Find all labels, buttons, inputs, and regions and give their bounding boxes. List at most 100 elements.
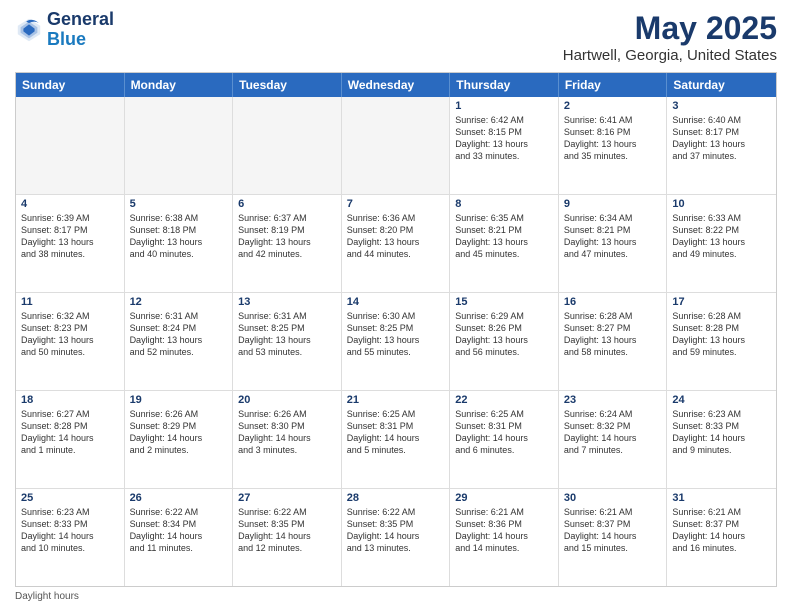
day-info: Sunrise: 6:22 AM Sunset: 8:35 PM Dayligh… — [238, 506, 336, 555]
day-cell-3: 3 Sunrise: 6:40 AM Sunset: 8:17 PM Daylig… — [667, 97, 776, 194]
week-row-2: 4 Sunrise: 6:39 AM Sunset: 8:17 PM Daylig… — [16, 195, 776, 293]
day-number: 29 — [455, 492, 553, 504]
day-info: Sunrise: 6:25 AM Sunset: 8:31 PM Dayligh… — [455, 408, 553, 457]
day-info: Sunrise: 6:39 AM Sunset: 8:17 PM Dayligh… — [21, 212, 119, 261]
calendar-header: SundayMondayTuesdayWednesdayThursdayFrid… — [16, 73, 776, 97]
week-row-5: 25Sunrise: 6:23 AM Sunset: 8:33 PM Dayli… — [16, 489, 776, 586]
page: General Blue May 2025 Hartwell, Georgia,… — [0, 0, 792, 612]
day-number: 18 — [21, 394, 119, 406]
day-cell-18: 18 Sunrise: 6:27 AM Sunset: 8:28 PM Dayli… — [16, 391, 125, 488]
day-cell-27: 27 Sunrise: 6:22 AM Sunset: 8:35 PM Dayli… — [233, 489, 342, 586]
day-info: Sunrise: 6:41 AM Sunset: 8:16 PM Dayligh… — [564, 114, 662, 163]
day-number: 13 — [238, 296, 336, 308]
col-header-tuesday: Tuesday — [233, 73, 342, 97]
day-cell-30: 30Sunrise: 6:21 AM Sunset: 8:37 PM Dayli… — [559, 489, 668, 586]
day-number: 8 — [455, 198, 553, 210]
day-cell-22: 22Sunrise: 6:25 AM Sunset: 8:31 PM Dayli… — [450, 391, 559, 488]
day-info: Sunrise: 6:25 AM Sunset: 8:31 PM Dayligh… — [347, 408, 445, 457]
day-cell-5: 5 Sunrise: 6:38 AM Sunset: 8:18 PM Daylig… — [125, 195, 234, 292]
day-cell-15: 15 Sunrise: 6:29 AM Sunset: 8:26 PM Dayli… — [450, 293, 559, 390]
day-cell-16: 16 Sunrise: 6:28 AM Sunset: 8:27 PM Dayli… — [559, 293, 668, 390]
day-cell-24: 24Sunrise: 6:23 AM Sunset: 8:33 PM Dayli… — [667, 391, 776, 488]
day-info: Sunrise: 6:32 AM Sunset: 8:23 PM Dayligh… — [21, 310, 119, 359]
day-number: 31 — [672, 492, 771, 504]
day-info: Sunrise: 6:40 AM Sunset: 8:17 PM Dayligh… — [672, 114, 771, 163]
week-row-3: 11 Sunrise: 6:32 AM Sunset: 8:23 PM Dayli… — [16, 293, 776, 391]
day-info: Sunrise: 6:34 AM Sunset: 8:21 PM Dayligh… — [564, 212, 662, 261]
col-header-saturday: Saturday — [667, 73, 776, 97]
day-number: 2 — [564, 100, 662, 112]
week-row-4: 18 Sunrise: 6:27 AM Sunset: 8:28 PM Dayli… — [16, 391, 776, 489]
day-cell-28: 28Sunrise: 6:22 AM Sunset: 8:35 PM Dayli… — [342, 489, 451, 586]
day-info: Sunrise: 6:28 AM Sunset: 8:28 PM Dayligh… — [672, 310, 771, 359]
day-info: Sunrise: 6:24 AM Sunset: 8:32 PM Dayligh… — [564, 408, 662, 457]
day-number: 3 — [672, 100, 771, 112]
day-number: 28 — [347, 492, 445, 504]
day-number: 16 — [564, 296, 662, 308]
day-info: Sunrise: 6:21 AM Sunset: 8:37 PM Dayligh… — [672, 506, 771, 555]
header: General Blue May 2025 Hartwell, Georgia,… — [15, 10, 777, 64]
day-info: Sunrise: 6:31 AM Sunset: 8:24 PM Dayligh… — [130, 310, 228, 359]
title-block: May 2025 Hartwell, Georgia, United State… — [563, 10, 777, 64]
logo-line1: General — [47, 10, 114, 30]
day-info: Sunrise: 6:30 AM Sunset: 8:25 PM Dayligh… — [347, 310, 445, 359]
logo-icon — [15, 16, 43, 44]
day-info: Sunrise: 6:38 AM Sunset: 8:18 PM Dayligh… — [130, 212, 228, 261]
day-cell-6: 6Sunrise: 6:37 AM Sunset: 8:19 PM Daylig… — [233, 195, 342, 292]
day-cell-empty-1 — [125, 97, 234, 194]
day-cell-11: 11 Sunrise: 6:32 AM Sunset: 8:23 PM Dayli… — [16, 293, 125, 390]
day-info: Sunrise: 6:36 AM Sunset: 8:20 PM Dayligh… — [347, 212, 445, 261]
day-number: 11 — [21, 296, 119, 308]
day-cell-9: 9Sunrise: 6:34 AM Sunset: 8:21 PM Daylig… — [559, 195, 668, 292]
day-number: 17 — [672, 296, 771, 308]
day-number: 26 — [130, 492, 228, 504]
day-cell-8: 8 Sunrise: 6:35 AM Sunset: 8:21 PM Daylig… — [450, 195, 559, 292]
day-number: 20 — [238, 394, 336, 406]
day-cell-empty-3 — [342, 97, 451, 194]
day-number: 27 — [238, 492, 336, 504]
day-info: Sunrise: 6:28 AM Sunset: 8:27 PM Dayligh… — [564, 310, 662, 359]
day-info: Sunrise: 6:35 AM Sunset: 8:21 PM Dayligh… — [455, 212, 553, 261]
col-header-friday: Friday — [559, 73, 668, 97]
day-cell-29: 29Sunrise: 6:21 AM Sunset: 8:36 PM Dayli… — [450, 489, 559, 586]
day-cell-20: 20 Sunrise: 6:26 AM Sunset: 8:30 PM Dayli… — [233, 391, 342, 488]
day-cell-7: 7 Sunrise: 6:36 AM Sunset: 8:20 PM Daylig… — [342, 195, 451, 292]
day-number: 30 — [564, 492, 662, 504]
calendar-body: 1Sunrise: 6:42 AM Sunset: 8:15 PM Daylig… — [16, 97, 776, 586]
day-cell-25: 25Sunrise: 6:23 AM Sunset: 8:33 PM Dayli… — [16, 489, 125, 586]
day-number: 25 — [21, 492, 119, 504]
day-cell-2: 2 Sunrise: 6:41 AM Sunset: 8:16 PM Daylig… — [559, 97, 668, 194]
day-cell-13: 13 Sunrise: 6:31 AM Sunset: 8:25 PM Dayli… — [233, 293, 342, 390]
day-info: Sunrise: 6:26 AM Sunset: 8:29 PM Dayligh… — [130, 408, 228, 457]
day-cell-12: 12Sunrise: 6:31 AM Sunset: 8:24 PM Dayli… — [125, 293, 234, 390]
day-number: 4 — [21, 198, 119, 210]
day-number: 19 — [130, 394, 228, 406]
logo-text: General Blue — [47, 10, 114, 50]
day-number: 5 — [130, 198, 228, 210]
day-cell-17: 17 Sunrise: 6:28 AM Sunset: 8:28 PM Dayli… — [667, 293, 776, 390]
day-number: 6 — [238, 198, 336, 210]
day-info: Sunrise: 6:26 AM Sunset: 8:30 PM Dayligh… — [238, 408, 336, 457]
day-cell-31: 31 Sunrise: 6:21 AM Sunset: 8:37 PM Dayli… — [667, 489, 776, 586]
day-cell-19: 19 Sunrise: 6:26 AM Sunset: 8:29 PM Dayli… — [125, 391, 234, 488]
day-cell-10: 10 Sunrise: 6:33 AM Sunset: 8:22 PM Dayli… — [667, 195, 776, 292]
day-info: Sunrise: 6:27 AM Sunset: 8:28 PM Dayligh… — [21, 408, 119, 457]
day-cell-empty-0 — [16, 97, 125, 194]
day-number: 1 — [455, 100, 553, 112]
day-number: 10 — [672, 198, 771, 210]
logo: General Blue — [15, 10, 114, 50]
col-header-wednesday: Wednesday — [342, 73, 451, 97]
day-cell-26: 26 Sunrise: 6:22 AM Sunset: 8:34 PM Dayli… — [125, 489, 234, 586]
col-header-thursday: Thursday — [450, 73, 559, 97]
day-info: Sunrise: 6:22 AM Sunset: 8:34 PM Dayligh… — [130, 506, 228, 555]
main-title: May 2025 — [563, 10, 777, 47]
day-number: 15 — [455, 296, 553, 308]
day-number: 7 — [347, 198, 445, 210]
footer-note: Daylight hours — [15, 591, 777, 602]
day-cell-14: 14Sunrise: 6:30 AM Sunset: 8:25 PM Dayli… — [342, 293, 451, 390]
day-info: Sunrise: 6:33 AM Sunset: 8:22 PM Dayligh… — [672, 212, 771, 261]
col-header-monday: Monday — [125, 73, 234, 97]
day-info: Sunrise: 6:29 AM Sunset: 8:26 PM Dayligh… — [455, 310, 553, 359]
day-info: Sunrise: 6:31 AM Sunset: 8:25 PM Dayligh… — [238, 310, 336, 359]
calendar: SundayMondayTuesdayWednesdayThursdayFrid… — [15, 72, 777, 587]
